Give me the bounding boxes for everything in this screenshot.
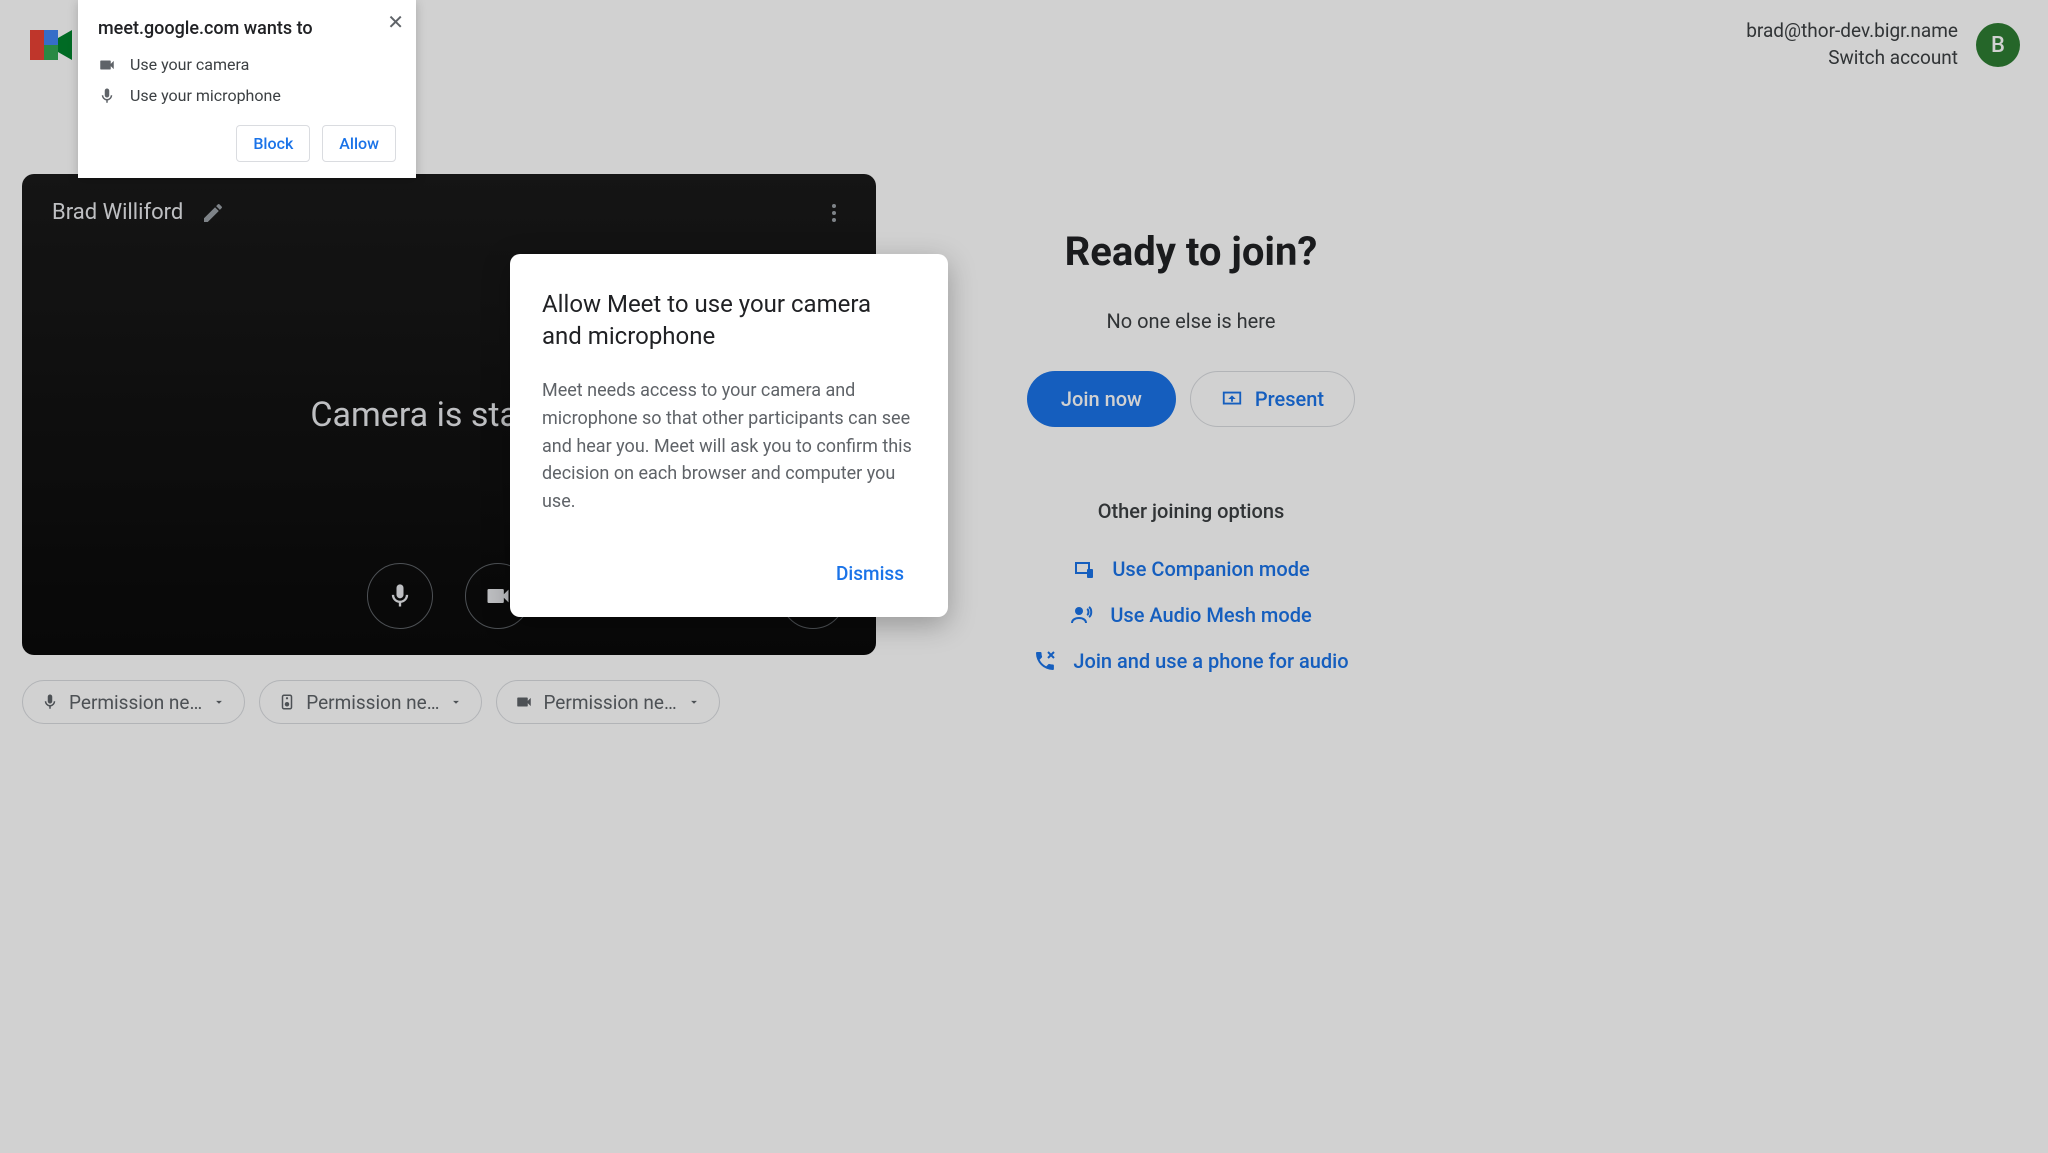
switch-account-link[interactable]: Switch account	[1746, 45, 1958, 72]
allow-button[interactable]: Allow	[322, 125, 396, 162]
account-email: brad@thor-dev.bigr.name	[1746, 18, 1958, 45]
phone-audio-link[interactable]: Join and use a phone for audio	[976, 649, 1406, 673]
chevron-down-icon	[449, 695, 463, 709]
modal-title: Allow Meet to use your camera and microp…	[542, 288, 916, 353]
account-info: brad@thor-dev.bigr.name Switch account	[1746, 18, 1958, 71]
camera-icon	[98, 56, 116, 74]
chevron-down-icon	[687, 695, 701, 709]
present-button[interactable]: Present	[1190, 371, 1355, 427]
join-panel: Ready to join? No one else is here Join …	[976, 174, 1406, 695]
presence-text: No one else is here	[976, 309, 1406, 333]
ready-title: Ready to join?	[976, 228, 1406, 275]
more-options-icon[interactable]	[822, 201, 846, 225]
camera-icon	[515, 693, 533, 711]
browser-permission-popup: ✕ meet.google.com wants to Use your came…	[78, 0, 416, 178]
audio-mesh-icon	[1070, 603, 1094, 627]
popup-camera-line: Use your camera	[98, 55, 396, 74]
chevron-down-icon	[212, 695, 226, 709]
participant-name: Brad Williford	[52, 200, 183, 225]
permission-modal: Allow Meet to use your camera and microp…	[510, 254, 948, 617]
mic-permission-chip[interactable]: Permission ne…	[22, 680, 245, 724]
speaker-permission-chip[interactable]: Permission ne…	[259, 680, 482, 724]
close-icon[interactable]: ✕	[387, 10, 404, 34]
join-now-button[interactable]: Join now	[1027, 371, 1176, 427]
companion-mode-link[interactable]: Use Companion mode	[976, 557, 1406, 581]
audio-mesh-link[interactable]: Use Audio Mesh mode	[976, 603, 1406, 627]
block-button[interactable]: Block	[236, 125, 310, 162]
other-options-heading: Other joining options	[976, 499, 1406, 523]
dismiss-button[interactable]: Dismiss	[824, 554, 916, 593]
popup-mic-line: Use your microphone	[98, 86, 396, 105]
camera-icon	[484, 582, 512, 610]
camera-permission-chip[interactable]: Permission ne…	[496, 680, 719, 724]
google-meet-logo-icon[interactable]	[28, 24, 76, 66]
avatar[interactable]: B	[1976, 23, 2020, 67]
modal-body: Meet needs access to your camera and mic…	[542, 377, 916, 516]
microphone-icon	[386, 582, 414, 610]
popup-site-line: meet.google.com wants to	[98, 18, 396, 39]
present-icon	[1221, 388, 1243, 410]
edit-name-icon[interactable]	[201, 201, 225, 225]
companion-icon	[1072, 557, 1096, 581]
phone-icon	[1033, 649, 1057, 673]
microphone-icon	[41, 693, 59, 711]
speaker-icon	[278, 693, 296, 711]
mic-toggle-button[interactable]	[367, 563, 433, 629]
present-label: Present	[1255, 387, 1324, 411]
microphone-icon	[98, 87, 116, 105]
